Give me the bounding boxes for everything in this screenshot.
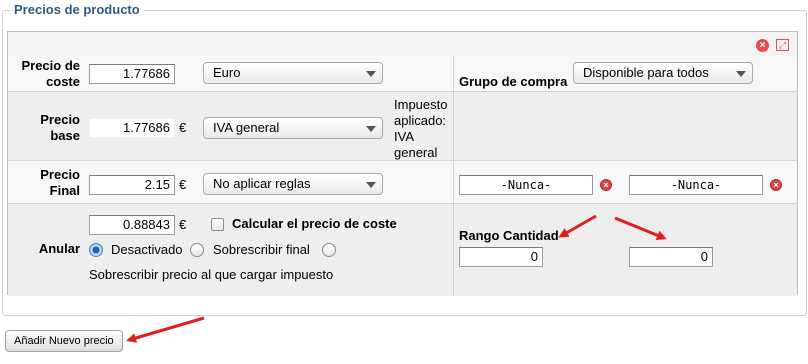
annotation-arrows [126, 214, 667, 343]
annotation-arrow [614, 216, 667, 240]
annotation-arrow [558, 214, 597, 238]
annotation-arrow [126, 316, 205, 343]
